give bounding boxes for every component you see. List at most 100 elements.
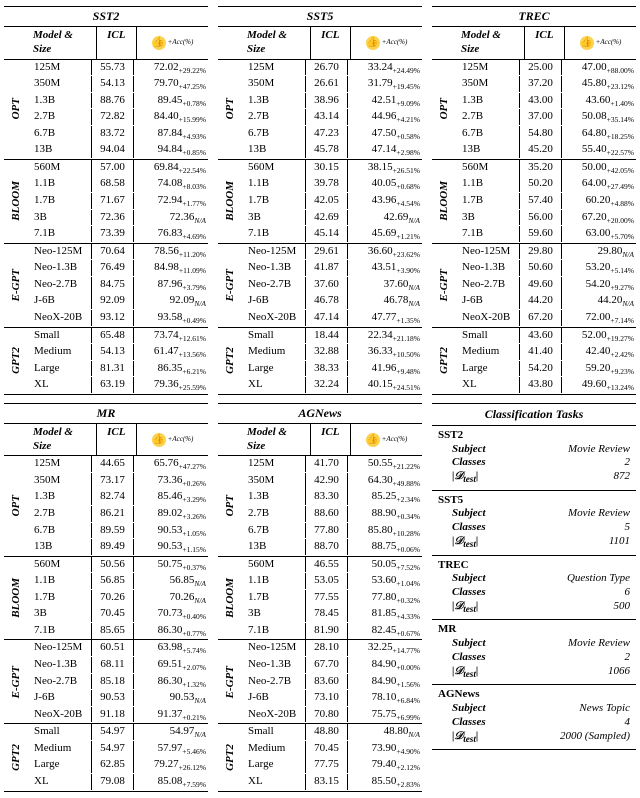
table-sst2: SST2Model & SizeICL👍+Acc(%)OPT125M55.737…	[4, 6, 208, 395]
cell-model: 560M	[30, 160, 92, 176]
cell-model: 1.7B	[244, 193, 306, 209]
cell-gain: 45.69+1.21%	[348, 226, 422, 243]
cell-icl: 39.78	[306, 176, 348, 192]
cls-val-subject: Movie Review	[568, 507, 630, 521]
col-gain: 👍+Acc(%)	[137, 27, 208, 59]
cell-gain: 50.00+42.05%	[562, 160, 636, 177]
cell-icl: 63.19	[92, 377, 134, 393]
cell-model: 350M	[244, 473, 306, 489]
cls-val-dtest: 2000 (Sampled)	[560, 730, 630, 746]
family-section: GPT2Small43.6052.00+19.27%Medium41.4042.…	[432, 328, 636, 395]
table-row: 3B72.3672.36N/A	[30, 210, 208, 227]
cell-model: Neo-125M	[30, 244, 92, 260]
table-row: 125M44.6565.76+47.27%	[30, 456, 208, 473]
cell-model: 125M	[458, 60, 520, 76]
cell-icl: 50.60	[520, 260, 562, 276]
col-icl: ICL	[311, 27, 351, 59]
cell-model: 1.1B	[458, 176, 520, 192]
cell-gain: 52.00+19.27%	[562, 328, 636, 345]
table-row: J-6B90.5390.53N/A	[30, 690, 208, 707]
cell-icl: 81.90	[306, 623, 348, 639]
table-row: 1.1B68.5874.08+8.03%	[30, 176, 208, 193]
cell-model: 7.1B	[244, 623, 306, 639]
table-agnews: AGNewsModel & SizeICL👍+Acc(%)OPT125M41.7…	[218, 403, 422, 792]
cls-val-dtest: 872	[614, 470, 631, 486]
family-label: BLOOM	[218, 557, 244, 640]
cell-gain: 48.80N/A	[348, 724, 422, 741]
table-row: 13B94.0494.84+0.85%	[30, 142, 208, 159]
cell-model: Neo-1.3B	[30, 657, 92, 673]
table-row: 3B78.4581.85+4.33%	[244, 606, 422, 623]
cell-model: J-6B	[244, 690, 306, 706]
cell-model: 3B	[30, 210, 92, 226]
thumb-icon: 👍	[366, 433, 380, 447]
cell-icl: 82.74	[92, 489, 134, 505]
gain-sub: +Acc(%)	[382, 435, 408, 444]
cell-icl: 43.60	[520, 328, 562, 344]
cell-gain: 90.53N/A	[134, 690, 208, 707]
table-row: Neo-2.7B37.6037.60N/A	[244, 277, 422, 294]
cell-icl: 70.80	[306, 707, 348, 723]
cell-gain: 50.05+7.52%	[348, 557, 422, 574]
family-label: OPT	[432, 60, 458, 159]
cls-key-subject: Subject	[438, 637, 486, 651]
cell-model: 2.7B	[244, 109, 306, 125]
cell-icl: 38.33	[306, 361, 348, 377]
cell-model: Neo-125M	[244, 640, 306, 656]
cell-icl: 18.44	[306, 328, 348, 344]
col-gain: 👍+Acc(%)	[351, 424, 422, 456]
table-row: 125M55.7372.02+29.22%	[30, 60, 208, 77]
family-section: E-GPTNeo-125M60.5163.98+5.74%Neo-1.3B68.…	[4, 640, 208, 724]
cell-icl: 81.31	[92, 361, 134, 377]
table-row: Neo-125M29.6136.60+23.62%	[244, 244, 422, 261]
cell-icl: 88.76	[92, 93, 134, 109]
cell-model: 1.1B	[30, 176, 92, 192]
cls-val-subject: Movie Review	[568, 637, 630, 651]
cell-gain: 42.69N/A	[348, 210, 422, 227]
table-title: AGNews	[218, 404, 422, 424]
family-section: OPT125M55.7372.02+29.22%350M54.1379.70+4…	[4, 60, 208, 160]
family-section: BLOOM560M46.5550.05+7.52%1.1B53.0553.60+…	[218, 557, 422, 641]
cell-model: Neo-2.7B	[30, 674, 92, 690]
cell-model: Neo-125M	[244, 244, 306, 260]
cell-icl: 67.20	[520, 310, 562, 326]
cell-model: 7.1B	[30, 226, 92, 242]
family-label: GPT2	[4, 328, 30, 394]
table-row: 6.7B83.7287.84+4.93%	[30, 126, 208, 143]
cell-model: 1.3B	[30, 489, 92, 505]
cell-model: 1.7B	[30, 590, 92, 606]
family-label: OPT	[4, 456, 30, 555]
cell-gain: 85.80+10.28%	[348, 523, 422, 540]
cell-icl: 42.69	[306, 210, 348, 226]
table-row: 1.3B43.0043.60+1.40%	[458, 93, 636, 110]
table-row: 6.7B47.2347.50+0.58%	[244, 126, 422, 143]
cell-gain: 47.14+2.98%	[348, 142, 422, 159]
cell-gain: 73.74+12.61%	[134, 328, 208, 345]
col-gain: 👍+Acc(%)	[351, 27, 422, 59]
table-row: 350M37.2045.80+23.12%	[458, 76, 636, 93]
cell-gain: 31.79+19.45%	[348, 76, 422, 93]
cell-icl: 43.14	[306, 109, 348, 125]
family-section: E-GPTNeo-125M70.6478.56+11.20%Neo-1.3B76…	[4, 244, 208, 328]
cell-icl: 46.55	[306, 557, 348, 573]
cls-val-classes: 2	[625, 456, 631, 470]
cell-gain: 94.84+0.85%	[134, 142, 208, 159]
col-gain: 👍+Acc(%)	[565, 27, 636, 59]
table-row: Neo-1.3B68.1169.51+2.07%	[30, 657, 208, 674]
gain-sub: +Acc(%)	[382, 38, 408, 47]
table-row: 560M46.5550.05+7.52%	[244, 557, 422, 574]
table-row: XL83.1585.50+2.83%	[244, 774, 422, 791]
cell-icl: 41.70	[306, 456, 348, 472]
table-row: 7.1B85.6586.30+0.77%	[30, 623, 208, 640]
cls-task-name: SST2	[438, 429, 630, 443]
cell-model: XL	[30, 774, 92, 790]
cell-model: 1.7B	[458, 193, 520, 209]
family-label: GPT2	[218, 724, 244, 790]
cell-model: Neo-1.3B	[30, 260, 92, 276]
cell-model: 560M	[30, 557, 92, 573]
cell-model: 2.7B	[458, 109, 520, 125]
cell-model: Medium	[30, 344, 92, 360]
cell-icl: 57.40	[520, 193, 562, 209]
cell-icl: 76.49	[92, 260, 134, 276]
cell-model: Large	[30, 757, 92, 773]
